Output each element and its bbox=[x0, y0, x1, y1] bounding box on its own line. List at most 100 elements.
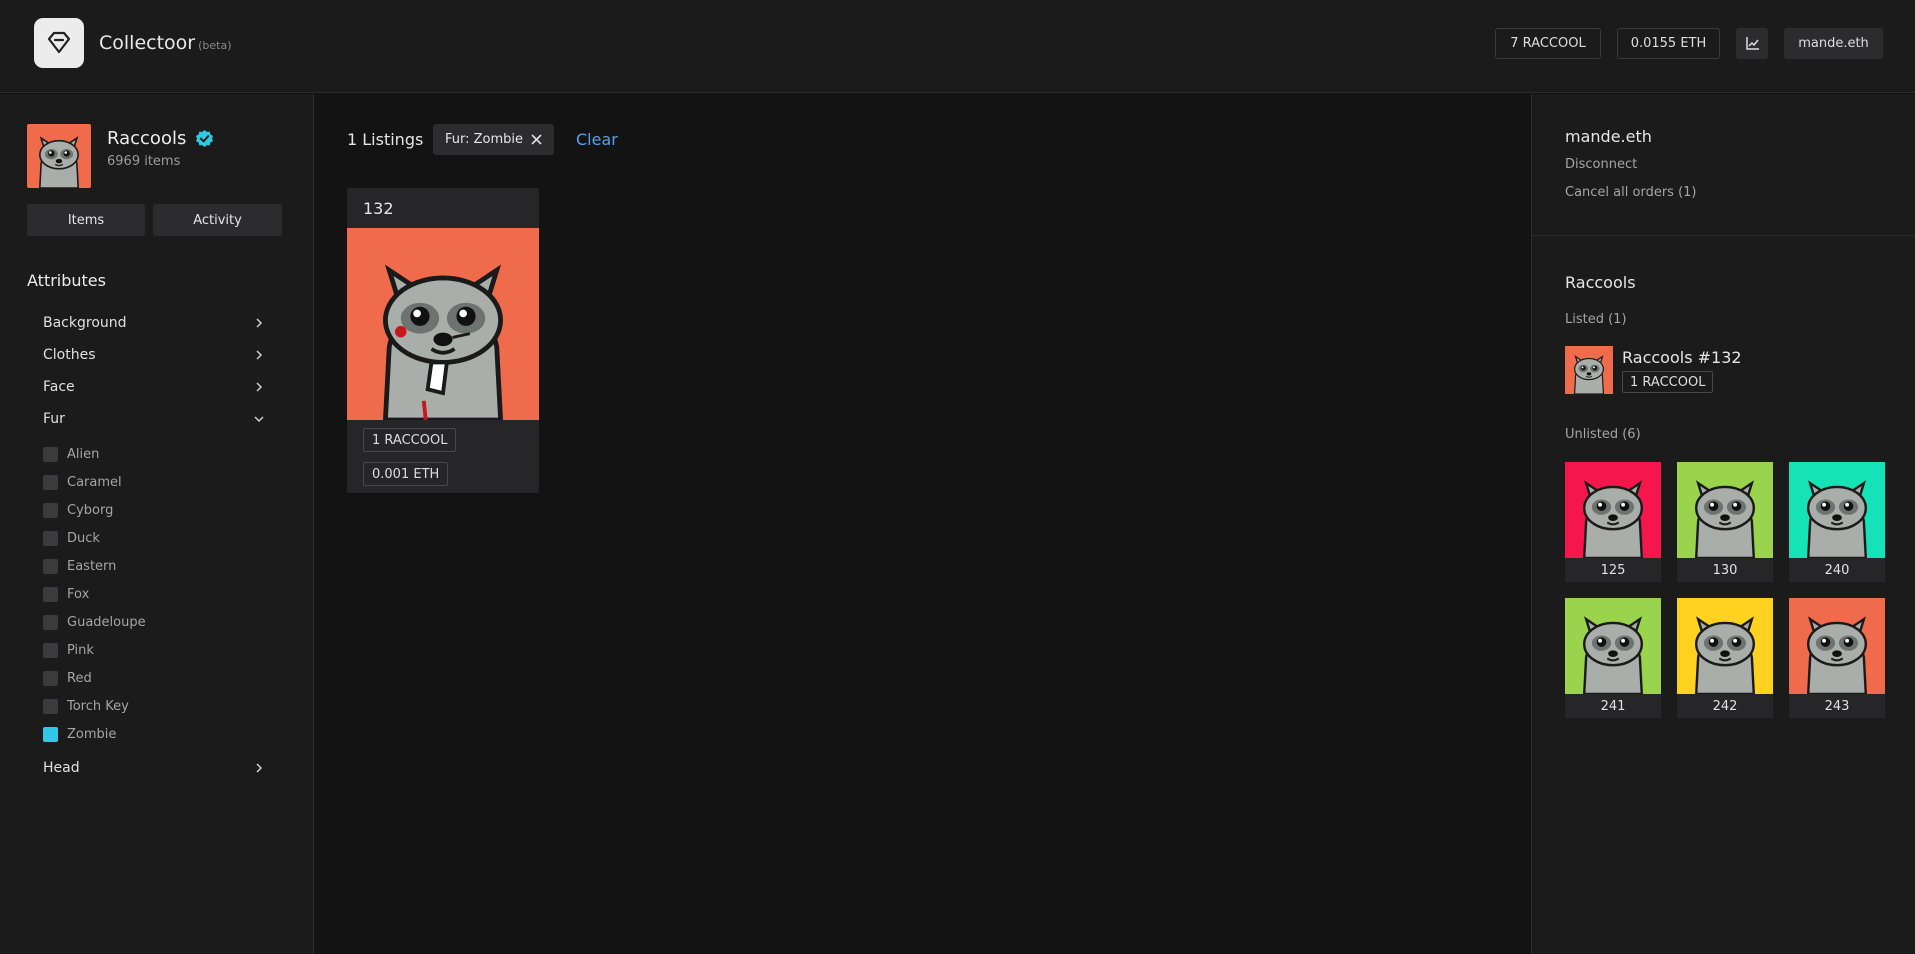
nft-thumbnail bbox=[1565, 598, 1661, 694]
listing-count: 1 Listings bbox=[347, 130, 424, 149]
fur-option-alien[interactable]: Alien bbox=[43, 444, 99, 464]
fur-option-duck[interactable]: Duck bbox=[43, 528, 100, 548]
token-balance-text: 7 RACCOOL bbox=[1510, 36, 1586, 51]
checkbox[interactable] bbox=[43, 698, 58, 714]
token-price-tag: 1 RACCOOL bbox=[363, 428, 457, 452]
checkbox[interactable] bbox=[43, 502, 58, 518]
listings-area: 1 Listings Fur: Zombie Clear 132 1 RACCO… bbox=[315, 94, 1531, 954]
eth-balance-text: 0.0155 ETH bbox=[1630, 36, 1707, 51]
token-id: 241 bbox=[1600, 698, 1626, 714]
attribute-face[interactable]: Face bbox=[43, 374, 265, 400]
checkbox[interactable] bbox=[43, 530, 58, 546]
checkbox-checked[interactable] bbox=[43, 726, 58, 742]
checkbox[interactable] bbox=[43, 474, 58, 490]
attribute-label: Clothes bbox=[43, 347, 96, 363]
option-label: Duck bbox=[67, 530, 100, 546]
attribute-label: Head bbox=[43, 760, 80, 776]
chevron-down-icon bbox=[254, 416, 264, 423]
token-id: 240 bbox=[1824, 562, 1850, 578]
disconnect-link[interactable]: Disconnect bbox=[1565, 157, 1637, 172]
fur-option-zombie[interactable]: Zombie bbox=[43, 724, 116, 744]
nft-thumbnail bbox=[1677, 598, 1773, 694]
close-icon[interactable] bbox=[531, 134, 542, 145]
unlisted-label: Unlisted (6) bbox=[1565, 427, 1641, 442]
account-panel: mande.eth Disconnect Cancel all orders (… bbox=[1531, 94, 1915, 954]
app-logo[interactable] bbox=[34, 18, 84, 68]
option-label: Alien bbox=[67, 446, 100, 462]
active-filter-chip[interactable]: Fur: Zombie bbox=[433, 124, 555, 155]
token-balance-button[interactable]: 7 RACCOOL bbox=[1495, 28, 1601, 59]
beta-label: (beta) bbox=[198, 39, 232, 52]
app-name: Collectoor bbox=[99, 32, 196, 54]
listed-item-thumbnail[interactable] bbox=[1565, 346, 1613, 394]
fur-option-pink[interactable]: Pink bbox=[43, 640, 94, 660]
collection-name-row: Raccools bbox=[107, 128, 214, 149]
option-label: Eastern bbox=[67, 558, 117, 574]
option-label: Pink bbox=[67, 642, 94, 658]
nft-image[interactable] bbox=[347, 228, 539, 420]
chart-button[interactable] bbox=[1736, 28, 1768, 59]
filter-chip-label: Fur: Zombie bbox=[445, 132, 524, 147]
panel-collection-title: Raccools bbox=[1565, 273, 1636, 292]
fur-option-torch-key[interactable]: Torch Key bbox=[43, 696, 129, 716]
fur-option-cyborg[interactable]: Cyborg bbox=[43, 500, 113, 520]
collection-name: Raccools bbox=[107, 128, 187, 149]
unlisted-item[interactable]: 241 bbox=[1565, 598, 1661, 718]
fur-option-guadeloupe[interactable]: Guadeloupe bbox=[43, 612, 146, 632]
token-id: 242 bbox=[1712, 698, 1738, 714]
eth-price: 0.001 ETH bbox=[372, 466, 440, 482]
checkbox[interactable] bbox=[43, 670, 58, 686]
account-button[interactable]: mande.eth bbox=[1784, 28, 1883, 59]
account-name: mande.eth bbox=[1798, 36, 1869, 51]
eth-balance-button[interactable]: 0.0155 ETH bbox=[1617, 28, 1720, 59]
attribute-fur[interactable]: Fur bbox=[43, 406, 265, 432]
tab-activity-label: Activity bbox=[193, 212, 242, 228]
fur-option-red[interactable]: Red bbox=[43, 668, 92, 688]
nft-thumbnail bbox=[1565, 462, 1661, 558]
fur-option-eastern[interactable]: Eastern bbox=[43, 556, 116, 576]
checkbox[interactable] bbox=[43, 614, 58, 630]
app-title: Collectoor (beta) bbox=[99, 32, 232, 54]
attribute-label: Face bbox=[43, 379, 75, 395]
tab-items-label: Items bbox=[67, 212, 105, 228]
chart-line-icon bbox=[1745, 37, 1759, 50]
attribute-head[interactable]: Head bbox=[43, 755, 265, 781]
chevron-right-icon bbox=[256, 382, 263, 392]
eth-price-tag: 0.001 ETH bbox=[363, 462, 449, 486]
tab-activity[interactable]: Activity bbox=[153, 204, 282, 236]
attributes-heading: Attributes bbox=[27, 271, 106, 290]
unlisted-item[interactable]: 243 bbox=[1789, 598, 1885, 718]
fur-option-caramel[interactable]: Caramel bbox=[43, 472, 122, 492]
option-label: Red bbox=[67, 670, 92, 686]
attribute-clothes[interactable]: Clothes bbox=[43, 342, 265, 368]
unlisted-item[interactable]: 242 bbox=[1677, 598, 1773, 718]
nft-thumbnail bbox=[1789, 462, 1885, 558]
chevron-right-icon bbox=[256, 350, 263, 360]
checkbox[interactable] bbox=[43, 446, 58, 462]
top-header: Collectoor (beta) 7 RACCOOL 0.0155 ETH ma… bbox=[0, 0, 1915, 93]
option-label: Caramel bbox=[67, 474, 122, 490]
listing-card[interactable]: 132 1 RACCOOL 0.001 ETH bbox=[347, 188, 539, 493]
listed-item-price-tag: 1 RACCOOL bbox=[1622, 371, 1714, 393]
tab-items[interactable]: Items bbox=[27, 204, 145, 236]
checkbox[interactable] bbox=[43, 558, 58, 574]
clear-filters-link[interactable]: Clear bbox=[576, 130, 618, 149]
listed-label: Listed (1) bbox=[1565, 312, 1627, 327]
option-label: Zombie bbox=[67, 726, 117, 742]
checkbox[interactable] bbox=[43, 586, 58, 602]
cancel-orders-link[interactable]: Cancel all orders (1) bbox=[1565, 185, 1696, 200]
unlisted-item[interactable]: 125 bbox=[1565, 462, 1661, 582]
collection-avatar bbox=[27, 124, 91, 188]
fur-option-fox[interactable]: Fox bbox=[43, 584, 89, 604]
listed-item-name[interactable]: Raccools #132 bbox=[1622, 348, 1742, 367]
unlisted-item[interactable]: 240 bbox=[1789, 462, 1885, 582]
token-price: 1 RACCOOL bbox=[372, 432, 448, 448]
token-id: 125 bbox=[1600, 562, 1626, 578]
divider bbox=[1532, 235, 1915, 236]
checkbox[interactable] bbox=[43, 642, 58, 658]
attribute-background[interactable]: Background bbox=[43, 310, 265, 336]
unlisted-item[interactable]: 130 bbox=[1677, 462, 1773, 582]
account-name: mande.eth bbox=[1565, 127, 1652, 146]
option-label: Fox bbox=[67, 586, 90, 602]
chevron-right-icon bbox=[256, 763, 263, 773]
